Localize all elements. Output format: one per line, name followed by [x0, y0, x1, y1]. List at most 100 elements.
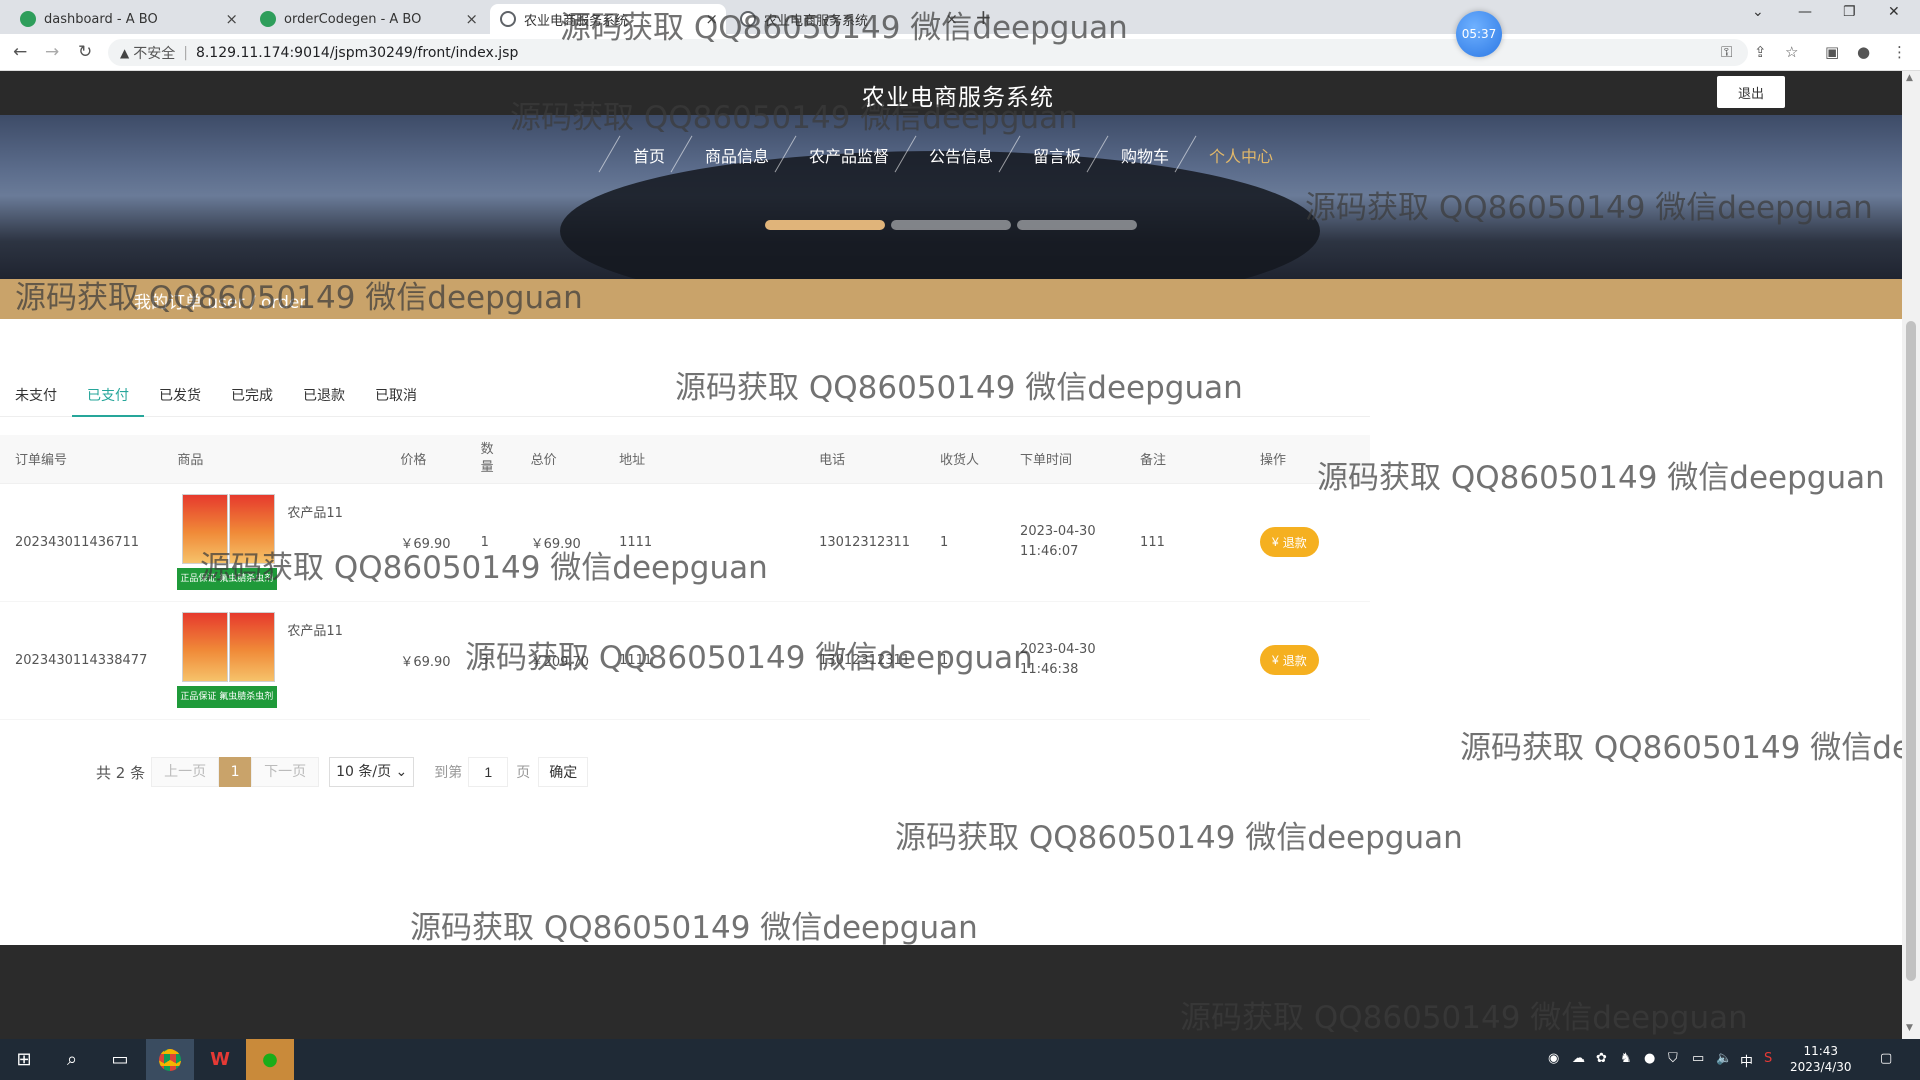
- breadcrumb-bar: 我的订单 user / order: [0, 279, 1902, 319]
- nav-goods[interactable]: 商品信息: [683, 143, 787, 167]
- sidepanel-icon[interactable]: ▣: [1825, 43, 1839, 61]
- browser-toolbar: ← → ↻ ▲ 不安全 | 8.129.11.174:9014/jspm3024…: [0, 34, 1920, 71]
- tab-title: orderCodegen - A BO: [284, 11, 422, 27]
- forward-icon[interactable]: →: [45, 42, 59, 62]
- network-icon[interactable]: ▭: [1692, 1051, 1704, 1066]
- tab-search-icon[interactable]: ⌄: [1752, 4, 1764, 20]
- refund-button[interactable]: ¥ 退款: [1260, 645, 1319, 675]
- close-tab-icon[interactable]: ×: [945, 10, 958, 28]
- nav-notices[interactable]: 公告信息: [907, 143, 1011, 167]
- carousel-dot[interactable]: [765, 220, 885, 230]
- chrome-icon[interactable]: [146, 1039, 194, 1080]
- address-bar[interactable]: ▲ 不安全 | 8.129.11.174:9014/jspm30249/fron…: [108, 39, 1748, 66]
- close-tab-icon[interactable]: ×: [705, 10, 718, 28]
- col-goods: 商品: [162, 435, 386, 484]
- scrollbar-thumb[interactable]: [1906, 321, 1916, 981]
- close-tab-icon[interactable]: ×: [225, 10, 238, 28]
- page-scrollbar[interactable]: ▲ ▼: [1902, 71, 1920, 1039]
- scroll-up-icon[interactable]: ▲: [1906, 73, 1913, 83]
- nav-cart[interactable]: 购物车: [1099, 143, 1187, 167]
- tab-unpaid[interactable]: 未支付: [0, 377, 72, 417]
- search-icon[interactable]: ⌕: [48, 1039, 96, 1080]
- action-cell: ¥ 退款: [1245, 601, 1370, 720]
- wechat-icon[interactable]: ●: [246, 1039, 294, 1080]
- pagination: 共 2 条 上一页 1 下一页 10 条/页 ⌄ 到第 页 确定: [96, 757, 589, 787]
- windows-taskbar: ⊞ ⌕ ▭ W ● ◉ ☁ ✿ ♞ ● ⛉ ▭ 🔈 中 S 11:43 2023…: [0, 1039, 1920, 1080]
- wps-icon[interactable]: W: [196, 1039, 244, 1080]
- goods-cell: 正品保证 氟虫腈杀虫剂 农产品11: [162, 601, 386, 720]
- browser-tab-dashboard[interactable]: dashboard - A BO ×: [10, 4, 246, 34]
- page-unit-label: 页: [516, 765, 531, 781]
- warning-icon: ▲: [120, 45, 130, 60]
- browser-tab-strip: dashboard - A BO × orderCodegen - A BO ×…: [0, 0, 1920, 34]
- main-nav: 首页 商品信息 农产品监督 公告信息 留言板 购物车 个人中心: [0, 143, 1902, 167]
- tab-cancelled[interactable]: 已取消: [360, 377, 432, 417]
- chevron-down-icon: ⌄: [395, 764, 408, 780]
- task-view-icon[interactable]: ▭: [96, 1039, 144, 1080]
- page-number-current[interactable]: 1: [219, 757, 252, 787]
- back-icon[interactable]: ←: [13, 42, 27, 62]
- close-window-icon[interactable]: ✕: [1888, 4, 1900, 20]
- sogou-ime-icon[interactable]: S: [1764, 1051, 1772, 1066]
- page-size-select[interactable]: 10 条/页 ⌄: [329, 757, 415, 787]
- ime-indicator[interactable]: 中: [1740, 1051, 1753, 1070]
- product-image-band: 正品保证 氟虫腈杀虫剂: [177, 568, 278, 590]
- screen: { "browser": { "tabs": [ {"title": "dash…: [0, 0, 1920, 1080]
- scroll-down-icon[interactable]: ▼: [1906, 1023, 1913, 1033]
- next-page-button[interactable]: 下一页: [251, 757, 320, 787]
- bookmark-star-icon[interactable]: ☆: [1785, 43, 1798, 61]
- nav-profile[interactable]: 个人中心: [1187, 143, 1291, 167]
- logout-button[interactable]: 退出: [1717, 76, 1785, 108]
- total-count: 共 2 条: [96, 763, 146, 782]
- goto-page-input[interactable]: [468, 757, 509, 787]
- tab-refunded[interactable]: 已退款: [288, 377, 360, 417]
- vue-favicon-icon: [20, 11, 36, 27]
- browser-tab-ordercodegen[interactable]: orderCodegen - A BO ×: [250, 4, 486, 34]
- nav-supervision[interactable]: 农产品监督: [787, 143, 907, 167]
- minimize-icon[interactable]: —: [1798, 4, 1812, 20]
- notification-icon[interactable]: ▢: [1880, 1051, 1892, 1066]
- wechat-tray-icon[interactable]: ●: [1644, 1051, 1655, 1066]
- carousel-dot[interactable]: [1017, 220, 1137, 230]
- reload-icon[interactable]: ↻: [78, 42, 92, 62]
- recording-timer[interactable]: 05:37: [1456, 11, 1502, 57]
- qq-icon[interactable]: ♞: [1620, 1051, 1632, 1066]
- tab-paid[interactable]: 已支付: [72, 377, 144, 417]
- goods-cell: 正品保证 氟虫腈杀虫剂 农产品11: [162, 483, 386, 602]
- prev-page-button[interactable]: 上一页: [151, 757, 220, 787]
- tab-shipped[interactable]: 已发货: [144, 377, 216, 417]
- tray-app-icon[interactable]: ◉: [1548, 1051, 1559, 1066]
- goto-confirm-button[interactable]: 确定: [538, 757, 589, 787]
- goods-name[interactable]: 农产品11: [287, 620, 343, 639]
- globe-favicon-icon: [740, 11, 756, 27]
- refund-button[interactable]: ¥ 退款: [1260, 527, 1319, 557]
- browser-tab-4[interactable]: 农业电商服务系统 ×: [730, 4, 966, 34]
- onedrive-icon[interactable]: ☁: [1572, 1051, 1585, 1066]
- browser-tab-active[interactable]: 农业电商服务系统 ×: [490, 4, 726, 34]
- start-windows-icon[interactable]: ⊞: [0, 1039, 48, 1080]
- share-icon[interactable]: ⇪: [1754, 43, 1767, 61]
- phone: 13012312311: [804, 601, 926, 720]
- carousel-dot[interactable]: [891, 220, 1011, 230]
- profile-icon[interactable]: ●: [1857, 43, 1870, 61]
- goods-name[interactable]: 农产品11: [287, 502, 343, 521]
- system-clock[interactable]: 11:43 2023/4/30: [1790, 1043, 1852, 1075]
- new-tab-icon[interactable]: +: [975, 5, 992, 29]
- quantity: 3: [465, 601, 516, 720]
- close-tab-icon[interactable]: ×: [465, 10, 478, 28]
- address: 1111: [604, 601, 805, 720]
- volume-icon[interactable]: 🔈: [1716, 1051, 1732, 1066]
- product-image[interactable]: 正品保证 氟虫腈杀虫剂: [177, 610, 278, 710]
- col-quantity: 数量: [465, 435, 516, 484]
- product-image[interactable]: 正品保证 氟虫腈杀虫剂: [177, 492, 278, 592]
- nav-home[interactable]: 首页: [611, 143, 683, 167]
- order-time: 2023-04-30 11:46:07: [1005, 483, 1126, 602]
- shield-icon[interactable]: ⛉: [1668, 1051, 1678, 1066]
- restore-icon[interactable]: ❐: [1843, 4, 1856, 20]
- nav-messages[interactable]: 留言板: [1011, 143, 1099, 167]
- menu-kebab-icon[interactable]: ⋮: [1892, 43, 1907, 61]
- tray-app-icon[interactable]: ✿: [1596, 1051, 1607, 1066]
- table-row: 2023430114338477 正品保证 氟虫腈杀虫剂 农产品11 ￥69.9…: [0, 601, 1370, 720]
- key-icon[interactable]: ⚿: [1721, 43, 1732, 61]
- tab-completed[interactable]: 已完成: [216, 377, 288, 417]
